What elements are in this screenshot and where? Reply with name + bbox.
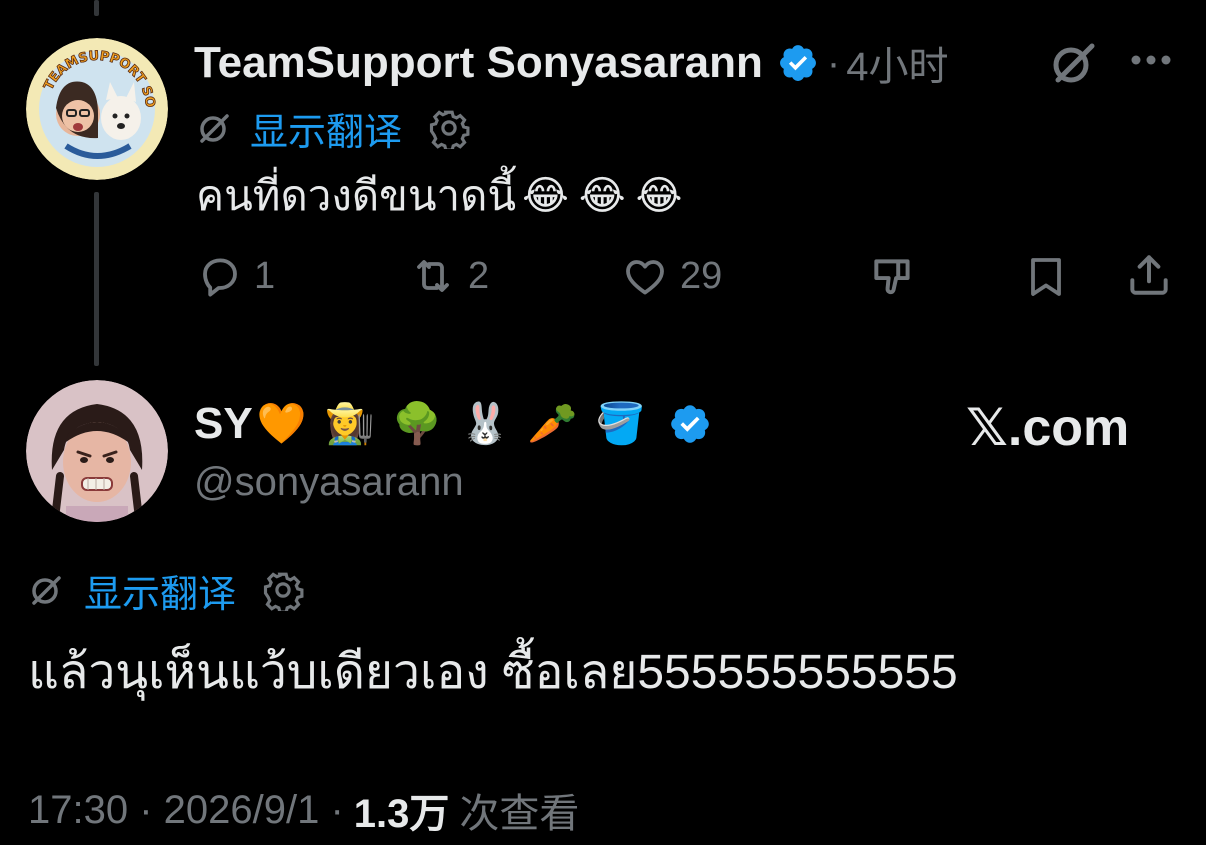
parent-tweet-text: คนที่ดวงดีขนาดนี้ 😂😂😂: [196, 166, 692, 226]
x-com-watermark: 𝕏.com: [966, 399, 1130, 457]
repost-icon: [408, 252, 458, 300]
dislike-icon[interactable]: [868, 252, 918, 302]
timestamp[interactable]: 17:30 · 2026/9/1 ·: [28, 788, 344, 833]
repost-count: 2: [468, 254, 490, 297]
main-header: SY 🧡👩‍🌾🌳🐰🥕🪣: [194, 394, 712, 454]
reply-icon: [196, 252, 244, 300]
like-button[interactable]: 29: [620, 252, 722, 300]
like-count: 29: [680, 254, 723, 297]
parent-show-translation-link[interactable]: 显示翻译: [250, 101, 402, 156]
reply-count: 1: [254, 254, 276, 297]
main-name-emojis: 🧡👩‍🌾🌳🐰🥕🪣: [256, 401, 664, 447]
parent-header: TeamSupport Sonyasarann · 4小时: [194, 34, 948, 92]
gear-icon-main[interactable]: [262, 569, 304, 611]
thread-line-top: [94, 0, 99, 16]
main-translate-row: 显示翻译: [28, 566, 304, 616]
gear-icon[interactable]: [428, 107, 470, 149]
more-icon[interactable]: [1128, 52, 1174, 68]
main-display-name[interactable]: SY: [194, 399, 253, 449]
separator-dot: ·: [826, 40, 841, 85]
views-label: 次查看: [459, 792, 580, 836]
share-icon[interactable]: [1124, 250, 1174, 300]
translate-icon: [196, 110, 232, 146]
parent-time[interactable]: 4小时: [846, 34, 948, 92]
bookmark-icon[interactable]: [1022, 252, 1070, 302]
parent-display-name[interactable]: TeamSupport Sonyasarann: [194, 38, 763, 88]
verified-badge-icon-main: [668, 402, 712, 446]
parent-avatar[interactable]: TEAMSUPPORT SONYASARANN: [26, 38, 168, 180]
reply-button[interactable]: 1: [196, 252, 275, 300]
main-show-translation-link[interactable]: 显示翻译: [84, 563, 236, 618]
main-tweet-meta: 17:30 · 2026/9/1 · 1.3万 次查看: [28, 782, 579, 838]
parent-text-emojis: 😂😂😂: [522, 173, 693, 219]
views-count: 1.3万: [353, 792, 450, 836]
parent-text: คนที่ดวงดีขนาดนี้: [196, 172, 517, 219]
grok-icon[interactable]: [1048, 38, 1098, 88]
like-icon: [620, 252, 670, 300]
tweet-detail-page: TEAMSUPPORT SONYASARANN TeamSupport Sony…: [0, 0, 1206, 845]
verified-badge-icon: [777, 42, 819, 84]
repost-button[interactable]: 2: [408, 252, 489, 300]
main-tweet-text: แล้วนุเห็นแว้บเดียวเอง ซื้อเลย5555555555…: [28, 646, 958, 699]
main-handle[interactable]: @sonyasarann: [194, 460, 464, 505]
parent-translate-row: 显示翻译: [196, 104, 470, 154]
main-avatar[interactable]: [26, 380, 168, 522]
translate-icon-main: [28, 572, 64, 608]
thread-line: [94, 192, 99, 366]
